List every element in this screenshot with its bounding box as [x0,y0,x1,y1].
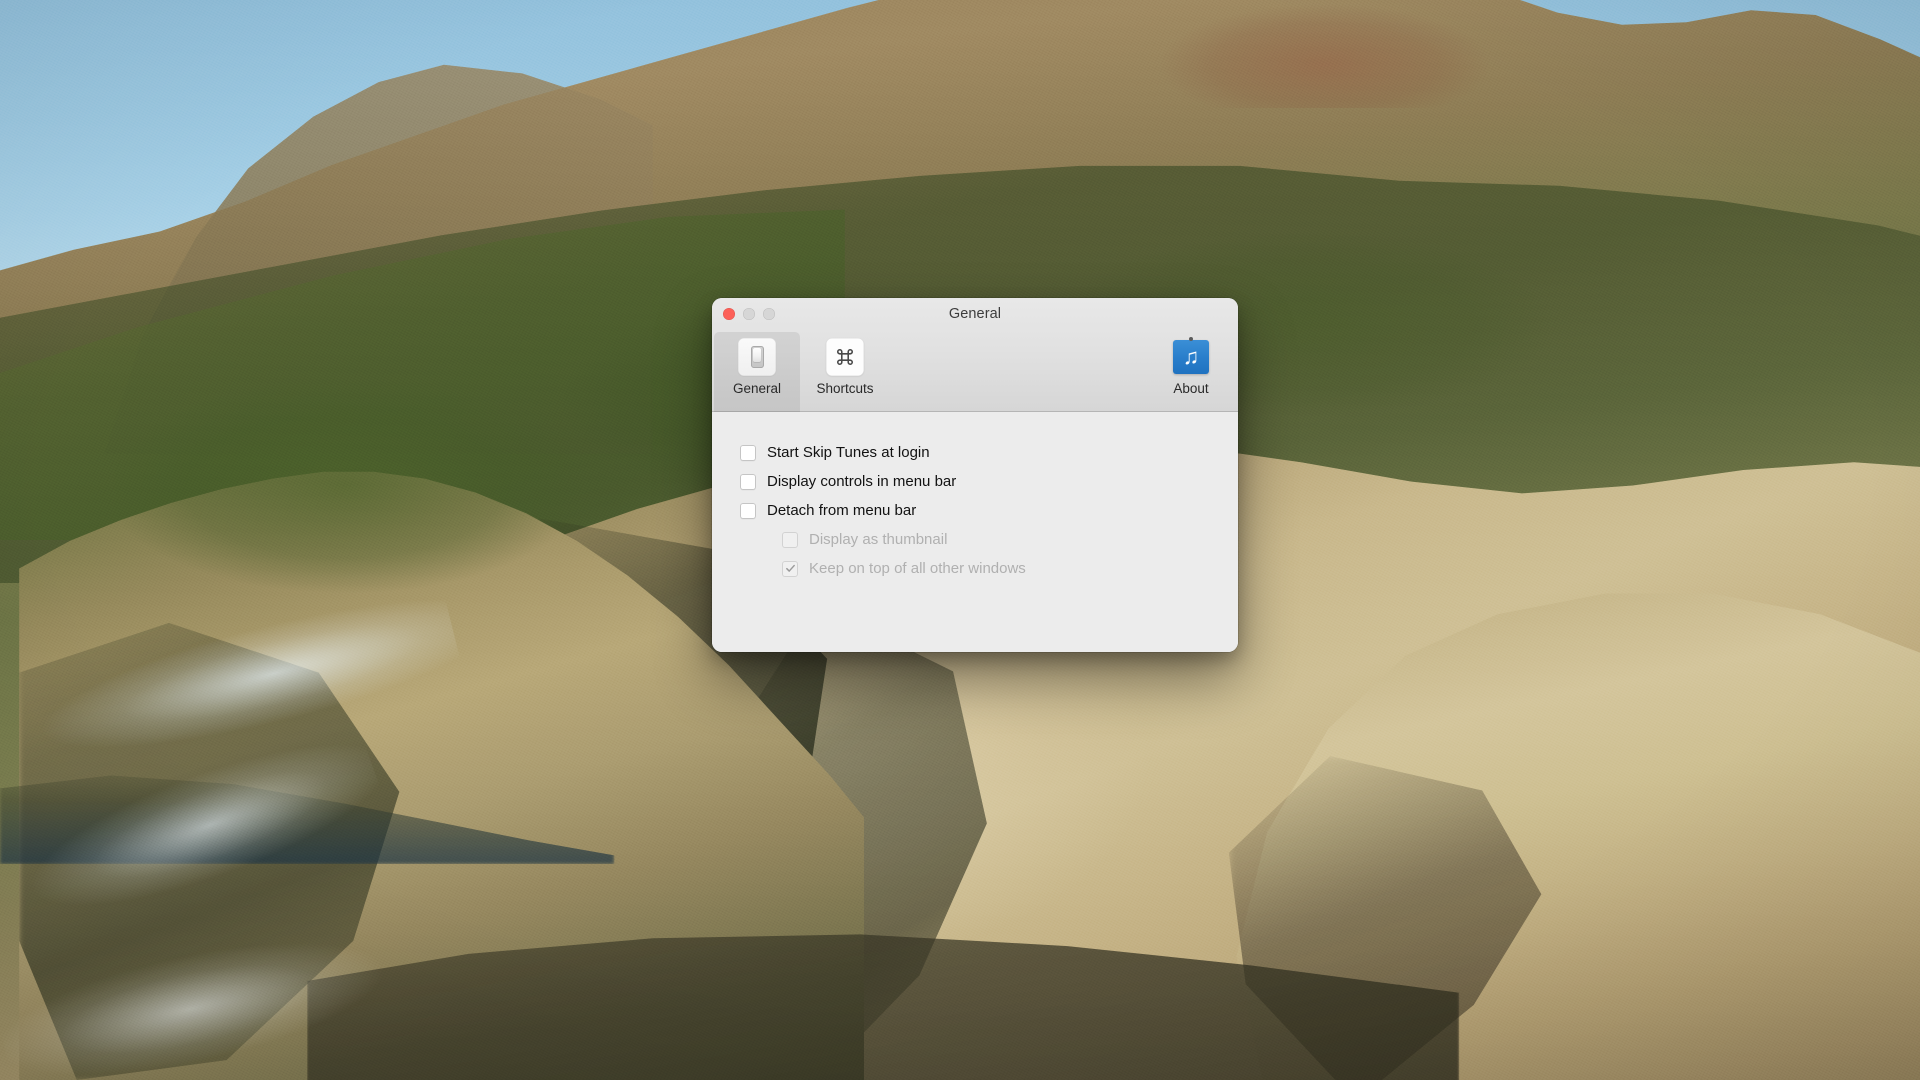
tab-about-label: About [1173,381,1209,396]
window-title: General [948,306,1002,322]
tab-general[interactable]: General [714,332,800,412]
checkbox-display-as-thumbnail [782,531,798,548]
option-keep-on-top: Keep on top of all other windows [740,554,1238,583]
toggle-switch-icon [738,338,776,376]
tab-shortcuts[interactable]: Shortcuts [802,332,888,412]
option-display-as-thumbnail-label: Display as thumbnail [809,531,948,548]
tab-about[interactable]: ♫ About [1148,332,1234,412]
window-chrome: General General Shortcuts ♫ About [712,298,1238,412]
option-display-as-thumbnail: Display as thumbnail [740,525,1238,554]
preferences-toolbar: General Shortcuts ♫ About [712,332,1238,412]
option-display-controls-menu-bar-label: Display controls in menu bar [767,473,957,490]
checkbox-start-at-login[interactable] [740,444,756,461]
checkmark-icon [785,564,795,572]
checkbox-detach-from-menu-bar[interactable] [740,502,756,519]
option-start-at-login-label: Start Skip Tunes at login [767,444,930,461]
tab-general-label: General [732,381,782,396]
preferences-window: General General Shortcuts ♫ About Start … [712,298,1238,652]
music-note-app-icon: ♫ [1172,338,1210,376]
option-detach-from-menu-bar-label: Detach from menu bar [767,502,917,519]
window-titlebar[interactable]: General [712,298,1238,332]
desktop-background: General General Shortcuts ♫ About Start … [0,0,1920,1080]
option-keep-on-top-label: Keep on top of all other windows [809,560,1026,577]
tab-shortcuts-label: Shortcuts [816,381,874,396]
option-display-controls-menu-bar[interactable]: Display controls in menu bar [740,467,1238,496]
command-key-icon [826,338,864,376]
option-detach-from-menu-bar[interactable]: Detach from menu bar [740,496,1238,525]
checkbox-display-controls-menu-bar[interactable] [740,473,756,490]
general-settings-pane: Start Skip Tunes at login Display contro… [712,412,1238,652]
checkbox-keep-on-top [782,560,798,577]
option-start-at-login[interactable]: Start Skip Tunes at login [740,438,1238,467]
